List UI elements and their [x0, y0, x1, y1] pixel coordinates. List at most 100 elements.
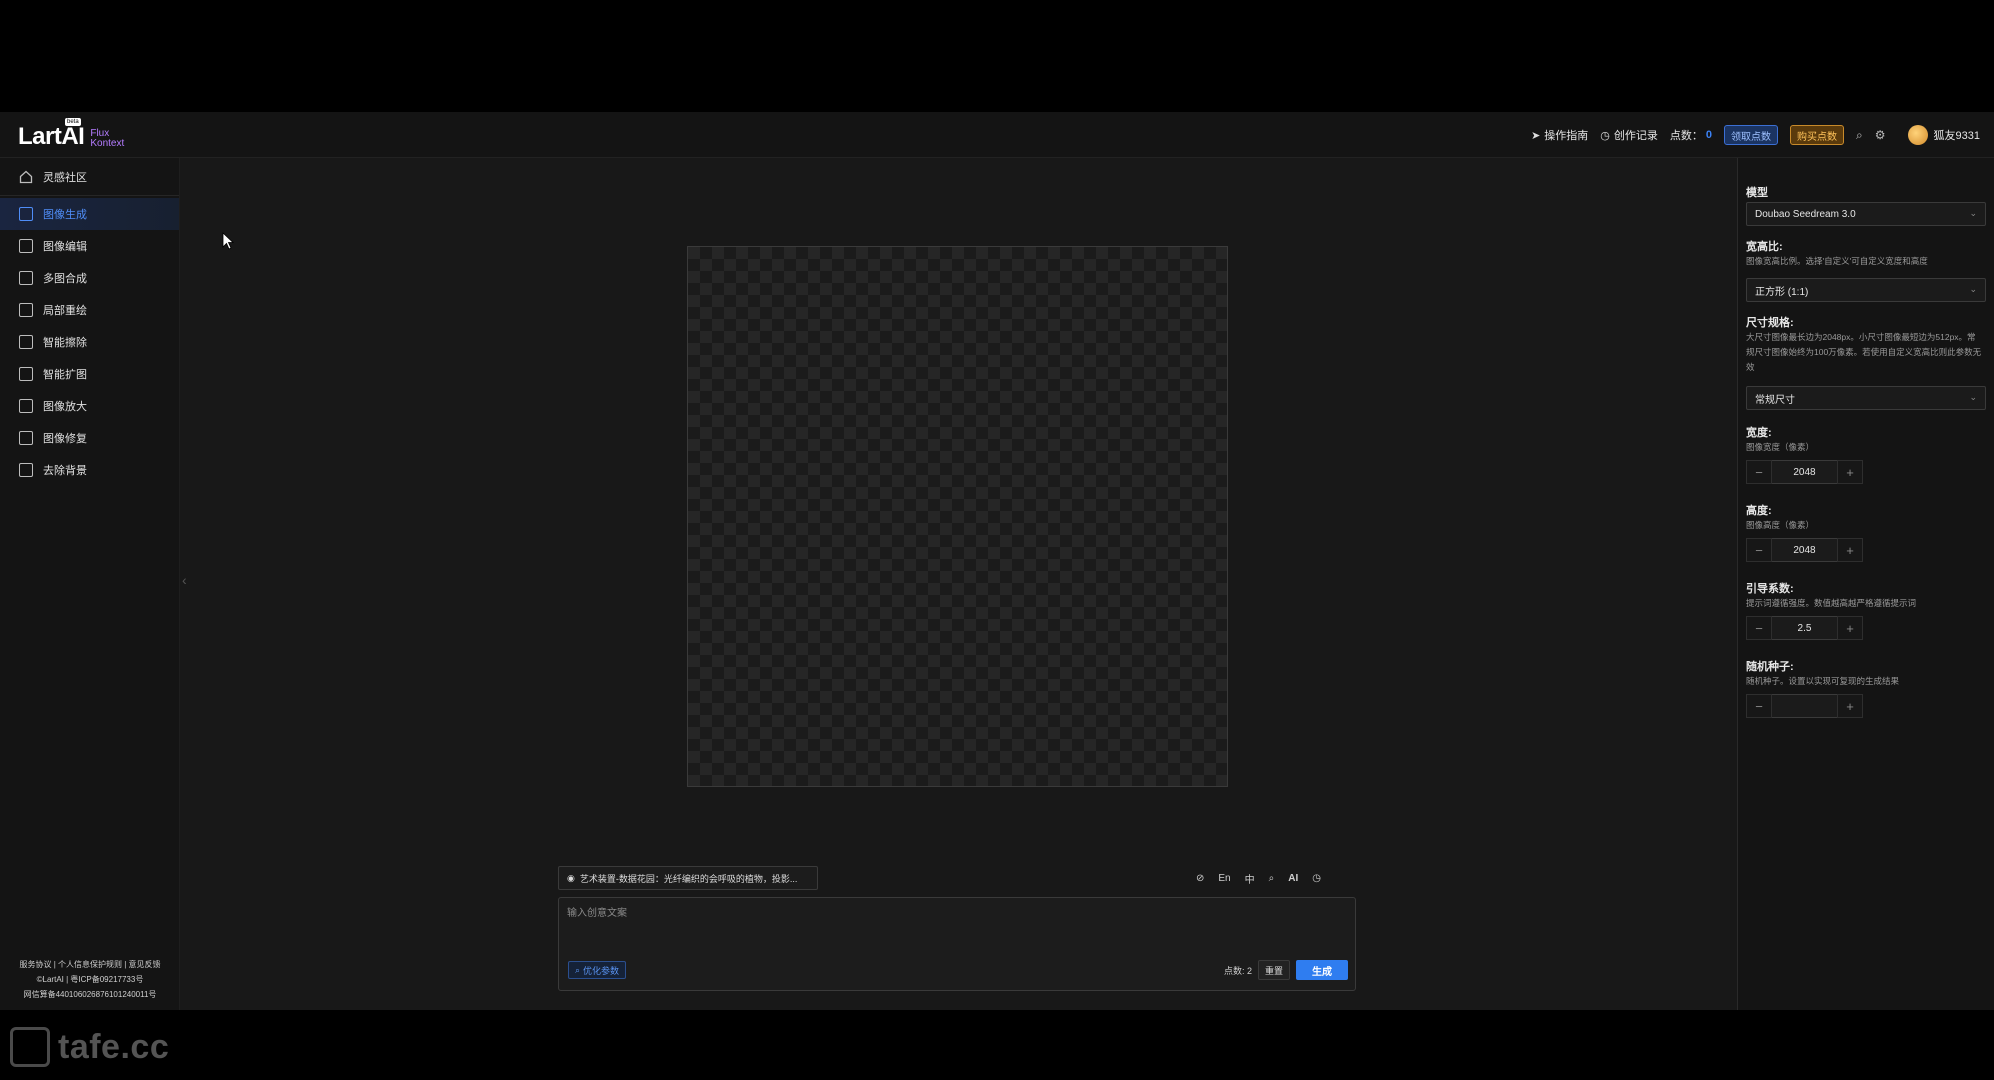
translate-en-button[interactable]: En [1218, 873, 1230, 884]
eraser-icon [19, 335, 33, 349]
ratio-value: 正方形 (1:1) [1755, 286, 1809, 298]
seed-desc: 随机种子。设置以实现可复现的生成结果 [1746, 676, 1900, 686]
app-window: LartAI beta Flux Kontext ➤ 操作指南 ◷ 创作记录 点… [0, 112, 1994, 1010]
sidebar-item-repair[interactable]: 图像修复 [0, 422, 179, 454]
guidance-increment-button[interactable]: + [1837, 616, 1863, 640]
model-select[interactable]: Doubao Seedream 3.0 ⌄ [1746, 202, 1986, 226]
height-decrement-button[interactable]: − [1746, 538, 1772, 562]
ai-button[interactable]: AI [1288, 873, 1298, 884]
translate-zh-button[interactable]: 中 [1245, 871, 1255, 886]
model-value: Doubao Seedream 3.0 [1755, 208, 1856, 220]
prompt-input[interactable] [567, 904, 1347, 944]
guidance-decrement-button[interactable]: − [1746, 616, 1772, 640]
history-icon[interactable]: ◷ [1312, 873, 1321, 884]
ratio-desc: 图像宽高比例。选择'自定义'可自定义宽度和高度 [1746, 256, 1928, 266]
model-label: 模型 [1746, 187, 1768, 199]
username: 狐友9331 [1933, 130, 1980, 142]
height-stepper: − 2048 + [1746, 538, 1863, 562]
width-desc: 图像宽度（像素） [1746, 442, 1815, 452]
claim-points-button[interactable]: 领取点数 [1724, 125, 1779, 145]
ratio-label: 宽高比: [1746, 241, 1783, 253]
letterbox-bottom [0, 1010, 1994, 1080]
image-canvas [687, 246, 1228, 787]
sidebar-item-image-edit[interactable]: 图像编辑 [0, 230, 179, 262]
history-label: 创作记录 [1613, 130, 1658, 142]
points-label: 点数： [1669, 130, 1703, 142]
sidebar-item-outpaint[interactable]: 智能扩图 [0, 358, 179, 390]
height-input[interactable]: 2048 [1772, 538, 1837, 562]
height-increment-button[interactable]: + [1837, 538, 1863, 562]
sidebar-item-label: 去除背景 [43, 465, 87, 477]
sidebar-item-upscale[interactable]: 图像放大 [0, 390, 179, 422]
sidebar-item-remove-bg[interactable]: 去除背景 [0, 454, 179, 486]
logo[interactable]: LartAI beta Flux Kontext [18, 118, 124, 150]
aperture-icon: ◉ [567, 872, 575, 883]
sidebar-item-erase[interactable]: 智能擦除 [0, 326, 179, 358]
guide-link[interactable]: ➤ 操作指南 [1531, 127, 1588, 143]
crop-expand-icon [19, 367, 33, 381]
watermark-text: tafe.cc [58, 1027, 170, 1066]
chevron-down-icon: ⌄ [1969, 392, 1977, 402]
logo-sub-kontext: Kontext [90, 138, 125, 149]
width-decrement-button[interactable]: − [1746, 460, 1772, 484]
reset-button[interactable]: 重置 [1257, 960, 1290, 980]
guidance-desc: 提示词遵循强度。数值越高越严格遵循提示词 [1746, 598, 1917, 608]
sidebar-item-image-generation[interactable]: 图像生成 [0, 198, 179, 230]
logo-subtitle: Flux Kontext [90, 129, 124, 149]
buy-points-button[interactable]: 购买点数 [1790, 125, 1845, 145]
sidebar-item-inpaint[interactable]: 局部重绘 [0, 294, 179, 326]
search-icon[interactable]: ⌕ [1856, 128, 1863, 143]
watermark: tafe.cc [10, 1026, 169, 1068]
sidebar-item-label: 多图合成 [43, 273, 87, 285]
mouse-cursor-icon [222, 232, 234, 250]
guidance-input[interactable]: 2.5 [1772, 616, 1837, 640]
sidebar-item-multi-image[interactable]: 多图合成 [0, 262, 179, 294]
seed-stepper: − + [1746, 694, 1863, 718]
clear-icon[interactable]: ⊘ [1196, 873, 1204, 884]
guide-label: 操作指南 [1544, 130, 1589, 142]
settings-panel: 模型 Doubao Seedream 3.0 ⌄ 宽高比: 图像宽高比例。选择'… [1737, 158, 1994, 1010]
footer-links[interactable]: 服务协议 | 个人信息保护规则 | 意见反馈 [0, 957, 180, 972]
seed-increment-button[interactable]: + [1837, 694, 1863, 718]
points-display: 点数： 0 [1670, 127, 1712, 143]
gear-icon[interactable]: ⚙ [1875, 128, 1886, 142]
chevron-down-icon: ⌄ [1969, 284, 1977, 294]
size-label: 尺寸规格: [1746, 317, 1794, 329]
user-menu[interactable]: 狐友9331 [1907, 125, 1980, 145]
send-icon: ➤ [1531, 129, 1541, 142]
cost-label: 点数: 2 [1223, 965, 1252, 976]
brush-icon [19, 303, 33, 317]
remove-bg-icon [19, 463, 33, 477]
sidebar-item-label: 图像生成 [43, 209, 87, 221]
seed-decrement-button[interactable]: − [1746, 694, 1772, 718]
optimize-label: 优化参数 [583, 965, 620, 976]
preset-text: 艺术装置-数据花园：光纤编织的会呼吸的植物，投影... [579, 873, 798, 884]
sidebar-item-community[interactable]: 灵感社区 [0, 158, 179, 196]
height-desc: 图像高度（像素） [1746, 520, 1815, 530]
footer-filing: 网信算备440106026876101240011号 [23, 990, 157, 999]
seed-input[interactable] [1772, 694, 1837, 718]
letterbox-top [0, 0, 1994, 112]
sidebar-item-label: 图像编辑 [43, 241, 87, 253]
history-link[interactable]: ◷ 创作记录 [1600, 127, 1658, 143]
footer-icp: ©LartAI | 粤ICP备09217733号 [36, 975, 144, 984]
sidebar: 灵感社区 图像生成 图像编辑 多图合成 局部重绘 智能擦除 智能扩图 图像放大 [0, 158, 180, 1010]
width-input[interactable]: 2048 [1772, 460, 1837, 484]
height-label: 高度: [1746, 505, 1772, 517]
collapse-sidebar-icon[interactable]: ‹ [182, 572, 187, 588]
sidebar-item-label: 局部重绘 [43, 305, 87, 317]
multi-image-icon [19, 271, 33, 285]
optimize-button[interactable]: ⌕ 优化参数 [568, 961, 627, 979]
beta-badge: beta [65, 118, 81, 126]
sidebar-item-label: 图像修复 [43, 433, 87, 445]
logo-text: LartAI [18, 123, 85, 150]
size-select[interactable]: 常规尺寸 ⌄ [1746, 386, 1986, 410]
sidebar-footer: 服务协议 | 个人信息保护规则 | 意见反馈 ©LartAI | 粤ICP备09… [0, 957, 180, 1002]
generate-button[interactable]: 生成 [1296, 960, 1348, 980]
width-stepper: − 2048 + [1746, 460, 1863, 484]
search-icon[interactable]: ⌕ [1269, 873, 1275, 884]
ratio-select[interactable]: 正方形 (1:1) ⌄ [1746, 278, 1986, 302]
upscale-icon [19, 399, 33, 413]
preset-prompt-chip[interactable]: ◉ 艺术装置-数据花园：光纤编织的会呼吸的植物，投影... [558, 866, 818, 890]
width-increment-button[interactable]: + [1837, 460, 1863, 484]
